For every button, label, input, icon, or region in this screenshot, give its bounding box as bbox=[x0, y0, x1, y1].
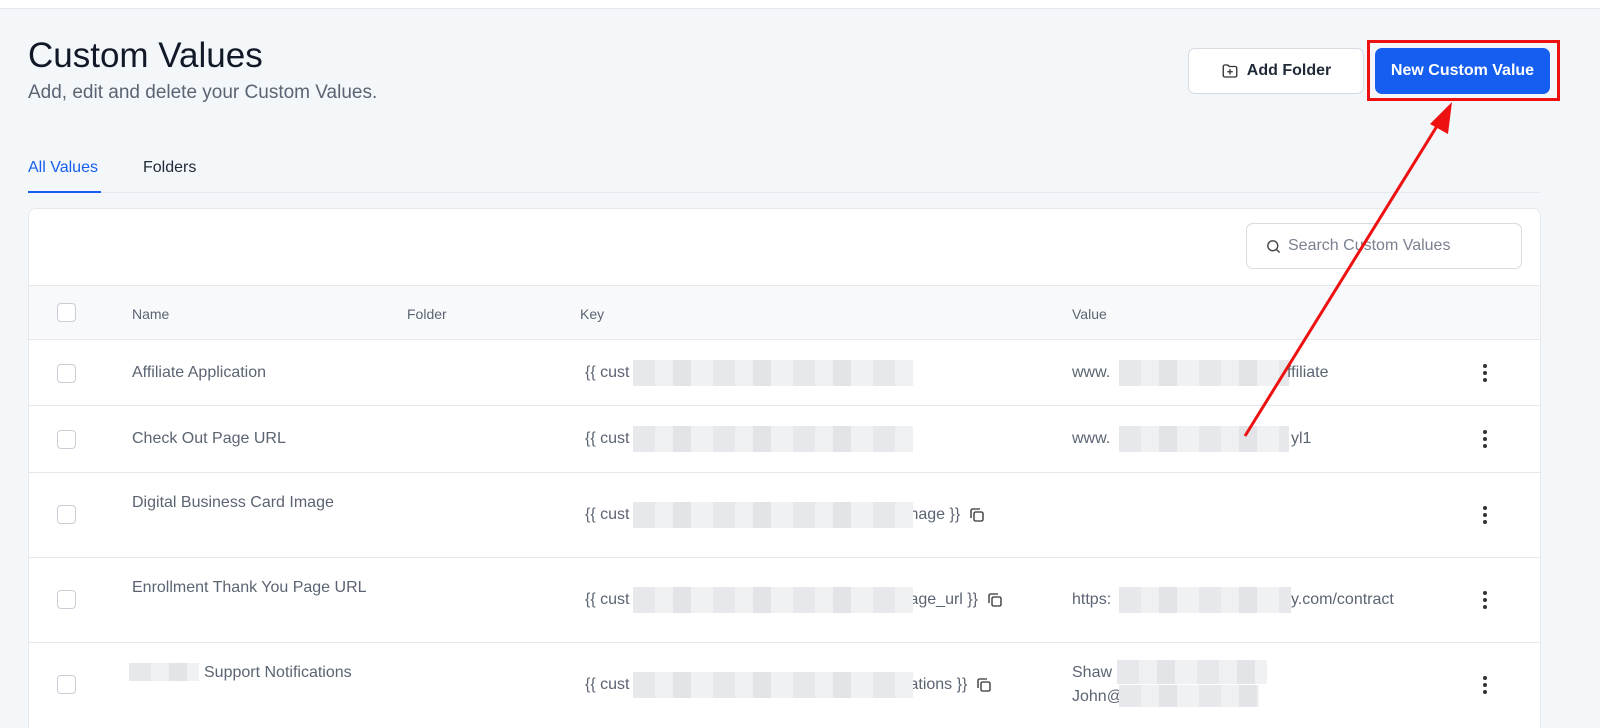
tab-bar: All Values Folders bbox=[28, 150, 1540, 193]
row-checkbox[interactable] bbox=[57, 590, 76, 609]
value-line2: John@ bbox=[1072, 688, 1123, 705]
redacted-key bbox=[633, 672, 913, 698]
search-input[interactable] bbox=[1288, 237, 1508, 255]
more-options-icon[interactable] bbox=[1475, 427, 1495, 451]
row-checkbox[interactable] bbox=[57, 364, 76, 383]
page-subtitle: Add, edit and delete your Custom Values. bbox=[28, 82, 378, 103]
search-box[interactable] bbox=[1246, 223, 1522, 269]
redacted-key bbox=[633, 502, 913, 528]
redacted-key bbox=[633, 426, 913, 452]
tab-folders[interactable]: Folders bbox=[143, 159, 196, 177]
more-options-icon[interactable] bbox=[1475, 503, 1495, 527]
column-header-key: Key bbox=[580, 306, 605, 322]
table-row[interactable]: Support Notifications {{ cust ations }} … bbox=[29, 643, 1540, 728]
key-suffix: ations }} bbox=[909, 676, 968, 693]
custom-values-table-card: Name Folder Key Value Affiliate Applicat… bbox=[28, 208, 1541, 728]
column-header-name: Name bbox=[132, 306, 170, 322]
more-options-icon[interactable] bbox=[1475, 673, 1495, 697]
row-name: Check Out Page URL bbox=[132, 430, 286, 447]
value-prefix: https: bbox=[1072, 591, 1112, 608]
value-prefix: www. bbox=[1072, 430, 1111, 447]
value-suffix: ffiliate bbox=[1287, 364, 1329, 381]
active-tab-indicator bbox=[28, 191, 101, 193]
key-prefix: {{ cust bbox=[585, 364, 630, 381]
row-checkbox[interactable] bbox=[57, 675, 76, 694]
value-line1: Shaw bbox=[1072, 664, 1113, 681]
more-options-icon[interactable] bbox=[1475, 361, 1495, 385]
search-icon bbox=[1267, 239, 1280, 253]
redacted-name bbox=[129, 663, 199, 681]
key-suffix: age_url }} bbox=[909, 591, 978, 608]
table-row[interactable]: Enrollment Thank You Page URL {{ cust ag… bbox=[29, 558, 1540, 643]
key-suffix: nage }} bbox=[909, 506, 961, 523]
more-options-icon[interactable] bbox=[1475, 588, 1495, 612]
page-title: Custom Values bbox=[28, 36, 263, 75]
annotation-highlight-box bbox=[1367, 40, 1560, 101]
table-row[interactable]: Affiliate Application {{ cust www. ffili… bbox=[29, 340, 1540, 406]
redacted-key bbox=[633, 587, 913, 613]
row-name: Enrollment Thank You Page URL bbox=[132, 579, 367, 596]
folder-plus-icon bbox=[1222, 64, 1238, 78]
redacted-value bbox=[1119, 360, 1289, 386]
row-name: Affiliate Application bbox=[132, 364, 267, 381]
value-suffix: y.com/contract bbox=[1291, 591, 1394, 608]
add-folder-button[interactable]: Add Folder bbox=[1188, 48, 1364, 94]
row-name: Support Notifications bbox=[204, 664, 352, 681]
top-bar bbox=[0, 0, 1600, 9]
add-folder-label: Add Folder bbox=[1246, 62, 1332, 79]
row-key: {{ cust bbox=[585, 361, 629, 384]
select-all-checkbox[interactable] bbox=[57, 303, 76, 322]
table-row[interactable]: Check Out Page URL {{ cust www. yl1 bbox=[29, 406, 1540, 473]
tab-all-values[interactable]: All Values bbox=[28, 159, 98, 177]
row-checkbox[interactable] bbox=[57, 430, 76, 449]
redacted-value bbox=[1117, 660, 1267, 684]
column-header-value: Value bbox=[1072, 306, 1107, 322]
copy-icon[interactable] bbox=[986, 591, 1004, 609]
copy-icon[interactable] bbox=[975, 676, 993, 694]
key-prefix: {{ cust bbox=[585, 591, 630, 608]
value-suffix: yl1 bbox=[1291, 430, 1312, 447]
column-header-folder: Folder bbox=[407, 306, 447, 322]
copy-icon[interactable] bbox=[968, 506, 986, 524]
row-checkbox[interactable] bbox=[57, 505, 76, 524]
redacted-value bbox=[1119, 587, 1291, 613]
key-prefix: {{ cust bbox=[585, 506, 630, 523]
redacted-value bbox=[1119, 685, 1259, 707]
key-prefix: {{ cust bbox=[585, 430, 630, 447]
redacted-value bbox=[1119, 426, 1289, 452]
value-prefix: www. bbox=[1072, 364, 1111, 381]
table-header: Name Folder Key Value bbox=[29, 285, 1540, 340]
row-name: Digital Business Card Image bbox=[132, 494, 334, 511]
redacted-key bbox=[633, 360, 913, 386]
key-prefix: {{ cust bbox=[585, 676, 630, 693]
table-row[interactable]: Digital Business Card Image {{ cust nage… bbox=[29, 473, 1540, 558]
row-key: {{ cust bbox=[585, 427, 629, 450]
